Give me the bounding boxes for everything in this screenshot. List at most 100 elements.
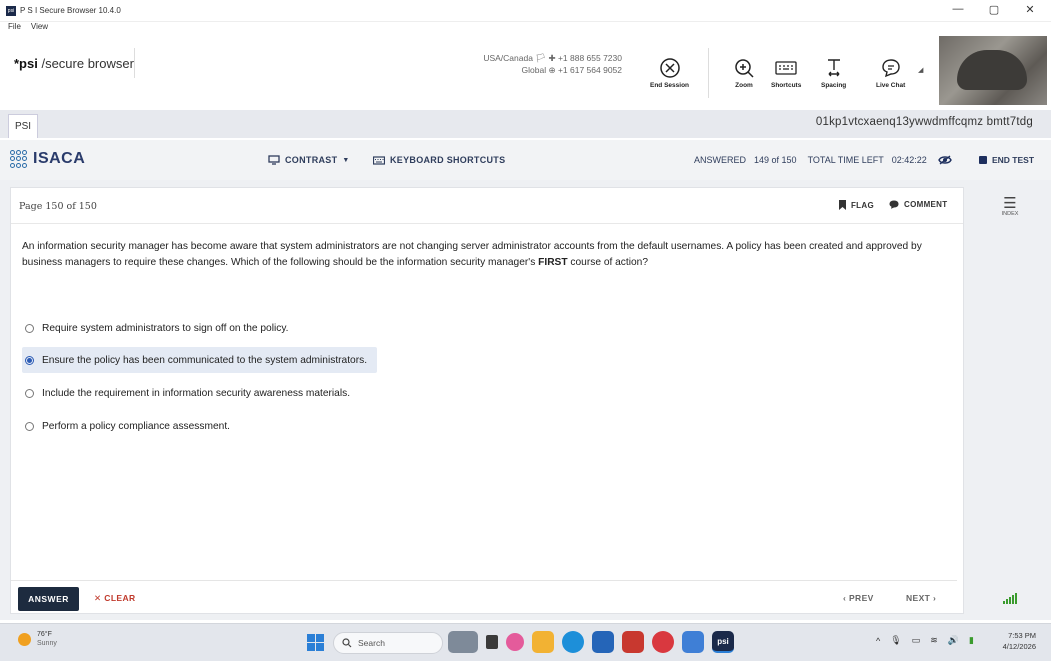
shortcuts-button[interactable]: Shortcuts bbox=[771, 54, 801, 89]
support-global: Global ⊕ +1 617 564 9052 bbox=[521, 65, 622, 75]
file-explorer-icon[interactable] bbox=[532, 631, 554, 653]
radio-button[interactable] bbox=[25, 421, 34, 431]
sun-icon bbox=[18, 632, 31, 646]
option-label: Include the requirement in information s… bbox=[42, 387, 351, 399]
taskbar-search[interactable]: Search bbox=[333, 632, 443, 654]
wifi-icon[interactable]: ≋ bbox=[930, 635, 938, 646]
weather-widget[interactable]: 76°F Sunny bbox=[18, 630, 57, 648]
microphone-icon[interactable]: 🎙 bbox=[890, 635, 901, 646]
question-card-header: Page 150 of 150 FLAG COMMENT bbox=[11, 188, 963, 224]
chat-bubble-icon bbox=[880, 54, 902, 82]
menu-file[interactable]: File bbox=[8, 22, 21, 36]
restore-button[interactable]: ▢ bbox=[987, 3, 1001, 16]
answer-option-3[interactable]: Include the requirement in information s… bbox=[22, 380, 360, 406]
taskbar: 76°F Sunny Search psi ^ 🎙 ▭ ≋ 🔊 ▮ 7:53 P… bbox=[0, 623, 1051, 661]
flag-button[interactable]: FLAG bbox=[839, 200, 874, 210]
close-window-button[interactable]: ✕ bbox=[1023, 3, 1037, 16]
divider bbox=[11, 580, 957, 581]
time-left-label: TOTAL TIME LEFT bbox=[807, 155, 884, 165]
clock-date: 4/12/2026 bbox=[1002, 642, 1036, 651]
psi-app-icon: psi bbox=[6, 5, 16, 16]
system-tray: ^ 🎙 ▭ ≋ 🔊 ▮ bbox=[876, 635, 974, 646]
menu-view[interactable]: View bbox=[31, 22, 48, 36]
contrast-dropdown[interactable]: CONTRAST ▼ bbox=[268, 155, 350, 165]
keyboard-icon bbox=[373, 155, 385, 165]
pinned-apps: psi bbox=[448, 631, 734, 653]
copilot-icon[interactable] bbox=[506, 633, 524, 651]
psi-taskbar-icon[interactable]: psi bbox=[712, 631, 734, 653]
radio-button[interactable] bbox=[25, 323, 34, 333]
psi-tab-strip: PSI 01kp1vtcxaenq13ywwdmffcqmz bmtt7tdg bbox=[0, 110, 1051, 138]
comment-bubble-icon bbox=[889, 200, 899, 209]
answer-button[interactable]: ANSWER bbox=[18, 587, 79, 611]
isaca-mark-icon bbox=[10, 150, 28, 168]
temperature: 76°F bbox=[37, 631, 52, 638]
answered-count: 149 of 150 bbox=[754, 155, 797, 165]
menu-bar: File View bbox=[0, 22, 1051, 36]
psi-logo: *psi /secure browser bbox=[14, 56, 134, 71]
hamburger-menu-icon: ☰ bbox=[1003, 195, 1017, 212]
store-icon[interactable] bbox=[592, 631, 614, 653]
divider bbox=[708, 48, 709, 98]
question-text: An information security manager has beco… bbox=[22, 241, 922, 268]
isaca-logo: ISACA bbox=[10, 150, 85, 168]
collapse-triangle-icon[interactable]: ◢ bbox=[918, 66, 923, 74]
hide-timer-eye-icon[interactable] bbox=[938, 155, 952, 165]
end-test-button[interactable]: END TEST bbox=[979, 155, 1034, 165]
answered-label: ANSWERED bbox=[694, 155, 747, 165]
answer-option-1[interactable]: Require system administrators to sign of… bbox=[22, 315, 299, 341]
next-button[interactable]: NEXT › bbox=[906, 593, 936, 603]
windows-start-icon[interactable] bbox=[307, 634, 324, 651]
option-label: Perform a policy compliance assessment. bbox=[42, 420, 230, 432]
text-spacing-icon bbox=[823, 54, 845, 82]
end-session-button[interactable]: End Session bbox=[650, 54, 689, 89]
bookmark-icon bbox=[839, 200, 846, 210]
page-indicator: Page 150 of 150 bbox=[19, 201, 97, 212]
support-usa-canada: USA/Canada 🏳 ✚ +1 888 655 7230 bbox=[483, 53, 622, 63]
clear-button[interactable]: ✕ CLEAR bbox=[94, 593, 136, 604]
session-id: 01kp1vtcxaenq13ywwdmffcqmz bmtt7tdg bbox=[815, 116, 1033, 128]
volume-icon[interactable]: 🔊 bbox=[948, 635, 959, 646]
task-view-icon[interactable] bbox=[486, 635, 498, 649]
keyboard-icon bbox=[774, 54, 798, 82]
stop-square-icon bbox=[979, 156, 987, 164]
spacing-button[interactable]: Spacing bbox=[821, 54, 846, 89]
vpn-app-icon[interactable] bbox=[682, 631, 704, 653]
red-app-icon[interactable] bbox=[652, 631, 674, 653]
answer-option-4[interactable]: Perform a policy compliance assessment. bbox=[22, 413, 240, 439]
news-widget-icon[interactable] bbox=[448, 631, 478, 653]
search-icon bbox=[342, 638, 352, 648]
weather-condition: Sunny bbox=[37, 640, 57, 647]
index-button[interactable]: ☰ INDEX bbox=[990, 196, 1030, 217]
exam-status: ANSWERED 149 of 150 TOTAL TIME LEFT 02:4… bbox=[694, 155, 952, 165]
question-card: Page 150 of 150 FLAG COMMENT An informat… bbox=[10, 187, 964, 614]
display-icon[interactable]: ▭ bbox=[912, 635, 921, 646]
minimize-button[interactable]: — bbox=[951, 3, 965, 16]
webcam-preview bbox=[939, 36, 1047, 105]
live-chat-button[interactable]: Live Chat bbox=[876, 54, 905, 89]
radio-button[interactable] bbox=[25, 388, 34, 398]
edge-browser-icon[interactable] bbox=[562, 631, 584, 653]
support-phone-numbers: USA/Canada 🏳 ✚ +1 888 655 7230 Global ⊕ … bbox=[440, 52, 622, 76]
chevron-up-icon[interactable]: ^ bbox=[876, 636, 880, 646]
battery-icon[interactable]: ▮ bbox=[969, 635, 974, 646]
caret-down-icon: ▼ bbox=[342, 156, 350, 164]
prev-button[interactable]: ‹ PREV bbox=[843, 593, 874, 603]
divider bbox=[134, 48, 135, 78]
tab-psi[interactable]: PSI bbox=[8, 114, 38, 138]
keyboard-shortcuts-link[interactable]: KEYBOARD SHORTCUTS bbox=[373, 155, 505, 165]
window-titlebar: psi P S I Secure Browser 10.4.0 — ▢ ✕ bbox=[0, 0, 1051, 22]
close-circle-icon bbox=[659, 54, 681, 82]
zoom-button[interactable]: Zoom bbox=[733, 54, 755, 89]
exam-top-bar: ISACA CONTRAST ▼ KEYBOARD SHORTCUTS ANSW… bbox=[0, 140, 1051, 180]
window-title: P S I Secure Browser 10.4.0 bbox=[20, 6, 121, 15]
comment-button[interactable]: COMMENT bbox=[889, 200, 947, 209]
answer-option-2[interactable]: Ensure the policy has been communicated … bbox=[22, 347, 378, 373]
radio-button-selected[interactable] bbox=[25, 355, 34, 365]
time-left-value: 02:42:22 bbox=[891, 155, 927, 165]
monitor-icon bbox=[268, 155, 280, 165]
connection-signal-icon bbox=[1003, 592, 1017, 604]
index-label: INDEX bbox=[1001, 211, 1019, 217]
office-app-icon[interactable] bbox=[622, 631, 644, 653]
taskbar-clock[interactable]: 7:53 PM 4/12/2026 bbox=[990, 630, 1036, 652]
